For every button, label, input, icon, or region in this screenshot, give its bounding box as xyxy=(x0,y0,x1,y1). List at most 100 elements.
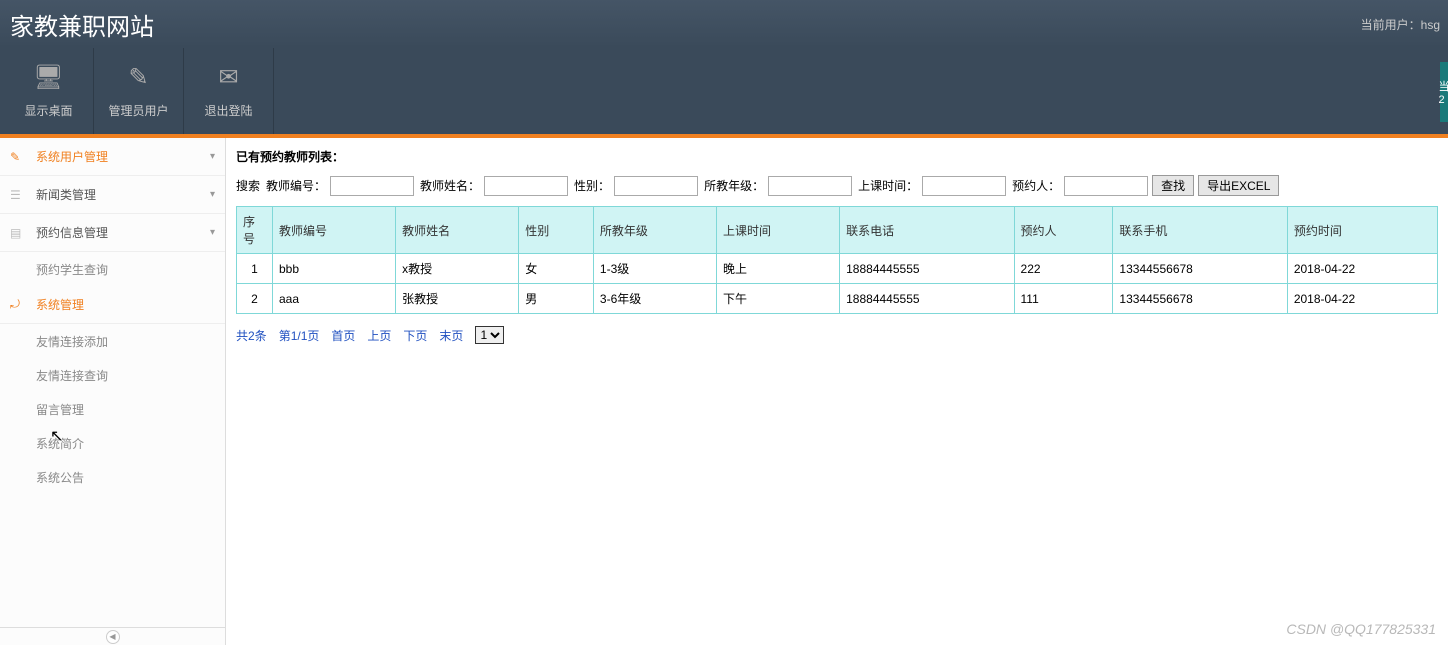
th-gender: 性别 xyxy=(519,207,594,254)
input-booker[interactable] xyxy=(1064,176,1148,196)
cell-gender: 男 xyxy=(519,284,594,314)
submenu-system-notice[interactable]: 系统公告 xyxy=(0,460,225,494)
th-teacher-no: 教师编号 xyxy=(273,207,396,254)
toolbar-admin-user[interactable]: ✎ 管理员用户 xyxy=(94,48,184,134)
toolbar: 🖥 显示桌面 ✎ 管理员用户 ✉ 退出登陆 当2 xyxy=(0,48,1448,138)
cell-idx: 2 xyxy=(237,284,273,314)
toolbar-show-desktop[interactable]: 🖥 显示桌面 xyxy=(4,48,94,134)
cell-teacher-name: x教授 xyxy=(396,254,519,284)
th-phone: 联系电话 xyxy=(840,207,1014,254)
pager-last[interactable]: 末页 xyxy=(439,327,463,344)
toolbar-logout[interactable]: ✉ 退出登陆 xyxy=(184,48,274,134)
cell-phone: 18884445555 xyxy=(840,284,1014,314)
pager-select[interactable]: 1 xyxy=(475,326,504,344)
refresh-icon: ⤾ xyxy=(10,297,28,312)
search-bar: 搜索 教师编号： 教师姓名： 性别： 所教年级： 上课时间： 预约人： 查找 导… xyxy=(236,175,1438,196)
label-grade: 所教年级： xyxy=(704,177,764,194)
submenu-label: 系统简介 xyxy=(36,435,84,452)
cell-class-time: 晚上 xyxy=(717,254,840,284)
toolbar-item-label: 管理员用户 xyxy=(108,102,168,119)
export-excel-button[interactable]: 导出EXCEL xyxy=(1198,175,1279,196)
th-mobile: 联系手机 xyxy=(1113,207,1287,254)
submenu-label: 留言管理 xyxy=(36,401,84,418)
mail-icon: ✉ xyxy=(218,63,238,92)
menu-item-label: 新闻类管理 xyxy=(36,186,96,203)
pager: 共2条 第1/1页 首页 上页 下页 末页 1 xyxy=(236,326,1438,344)
label-teacher-name: 教师姓名： xyxy=(420,177,480,194)
input-teacher-no[interactable] xyxy=(330,176,414,196)
watermark: CSDN @QQ177825331 xyxy=(1286,621,1436,637)
cell-grade: 3-6年级 xyxy=(593,284,716,314)
pager-next[interactable]: 下页 xyxy=(403,327,427,344)
sidebar: ✎ 系统用户管理 ▾ ☰ 新闻类管理 ▾ ▤ 预约信息管理 ▾ 预约学生查询 ⤾… xyxy=(0,138,226,645)
chevron-down-icon: ▾ xyxy=(210,227,215,238)
cell-idx: 1 xyxy=(237,254,273,284)
header: 家教兼职网站 当前用户：hsg xyxy=(0,0,1448,48)
pencil-icon: ✎ xyxy=(10,150,28,164)
cell-book-time: 2018-04-22 xyxy=(1287,284,1437,314)
cell-teacher-no: aaa xyxy=(273,284,396,314)
submenu-label: 友情连接添加 xyxy=(36,333,108,350)
submenu-label: 系统公告 xyxy=(36,469,84,486)
toolbar-item-label: 显示桌面 xyxy=(24,102,72,119)
menu-system-manage[interactable]: ⤾ 系统管理 xyxy=(0,286,225,324)
table-row: 2aaa张教授男3-6年级下午1888444555511113344556678… xyxy=(237,284,1438,314)
menu-news[interactable]: ☰ 新闻类管理 ▾ xyxy=(0,176,225,214)
cell-mobile: 13344556678 xyxy=(1113,254,1287,284)
pager-total: 共2条 xyxy=(236,327,267,344)
cell-teacher-name: 张教授 xyxy=(396,284,519,314)
th-booker: 预约人 xyxy=(1014,207,1113,254)
th-idx: 序号 xyxy=(237,207,273,254)
submenu-system-intro[interactable]: 系统简介 xyxy=(0,426,225,460)
cell-booker: 222 xyxy=(1014,254,1113,284)
submenu-message[interactable]: 留言管理 xyxy=(0,392,225,426)
pager-info: 第1/1页 xyxy=(279,327,320,344)
site-title: 家教兼职网站 xyxy=(10,7,154,42)
grid-icon: ☰ xyxy=(10,188,28,202)
search-button[interactable]: 查找 xyxy=(1152,175,1194,196)
cell-teacher-no: bbb xyxy=(273,254,396,284)
submenu-link-query[interactable]: 友情连接查询 xyxy=(0,358,225,392)
search-prefix: 搜索 xyxy=(236,177,260,194)
label-booker: 预约人： xyxy=(1012,177,1060,194)
list-icon: ▤ xyxy=(10,226,28,240)
cell-phone: 18884445555 xyxy=(840,254,1014,284)
th-grade: 所教年级 xyxy=(593,207,716,254)
cell-grade: 1-3级 xyxy=(593,254,716,284)
submenu-link-add[interactable]: 友情连接添加 xyxy=(0,324,225,358)
submenu-label: 友情连接查询 xyxy=(36,367,108,384)
th-teacher-name: 教师姓名 xyxy=(396,207,519,254)
cell-book-time: 2018-04-22 xyxy=(1287,254,1437,284)
table-row: 1bbbx教授女1-3级晚上18884445555222133445566782… xyxy=(237,254,1438,284)
chevron-down-icon: ▾ xyxy=(210,189,215,200)
data-table: 序号 教师编号 教师姓名 性别 所教年级 上课时间 联系电话 预约人 联系手机 … xyxy=(236,206,1438,314)
submenu-reserve-student[interactable]: 预约学生查询 xyxy=(0,252,225,286)
current-user: 当前用户：hsg xyxy=(1361,16,1440,33)
toolbar-item-label: 退出登陆 xyxy=(204,102,252,119)
th-book-time: 预约时间 xyxy=(1287,207,1437,254)
submenu-label: 预约学生查询 xyxy=(36,261,108,278)
table-header-row: 序号 教师编号 教师姓名 性别 所教年级 上课时间 联系电话 预约人 联系手机 … xyxy=(237,207,1438,254)
pager-prev[interactable]: 上页 xyxy=(367,327,391,344)
menu-system-user[interactable]: ✎ 系统用户管理 ▾ xyxy=(0,138,225,176)
label-teacher-no: 教师编号： xyxy=(266,177,326,194)
sidebar-collapse-handle[interactable]: ◀ xyxy=(0,627,225,645)
cell-booker: 111 xyxy=(1014,284,1113,314)
input-class-time[interactable] xyxy=(922,176,1006,196)
label-class-time: 上课时间： xyxy=(858,177,918,194)
menu-item-label: 预约信息管理 xyxy=(36,224,108,241)
label-gender: 性别： xyxy=(574,177,610,194)
input-gender[interactable] xyxy=(614,176,698,196)
cell-mobile: 13344556678 xyxy=(1113,284,1287,314)
menu-reservation[interactable]: ▤ 预约信息管理 ▾ xyxy=(0,214,225,252)
cell-gender: 女 xyxy=(519,254,594,284)
cell-class-time: 下午 xyxy=(717,284,840,314)
th-class-time: 上课时间 xyxy=(717,207,840,254)
menu-item-label: 系统用户管理 xyxy=(36,148,108,165)
monitor-icon: 🖥 xyxy=(33,63,63,92)
input-grade[interactable] xyxy=(768,176,852,196)
input-teacher-name[interactable] xyxy=(484,176,568,196)
pencil-icon: ✎ xyxy=(128,63,148,92)
chevron-left-icon: ◀ xyxy=(106,630,120,644)
pager-first[interactable]: 首页 xyxy=(331,327,355,344)
